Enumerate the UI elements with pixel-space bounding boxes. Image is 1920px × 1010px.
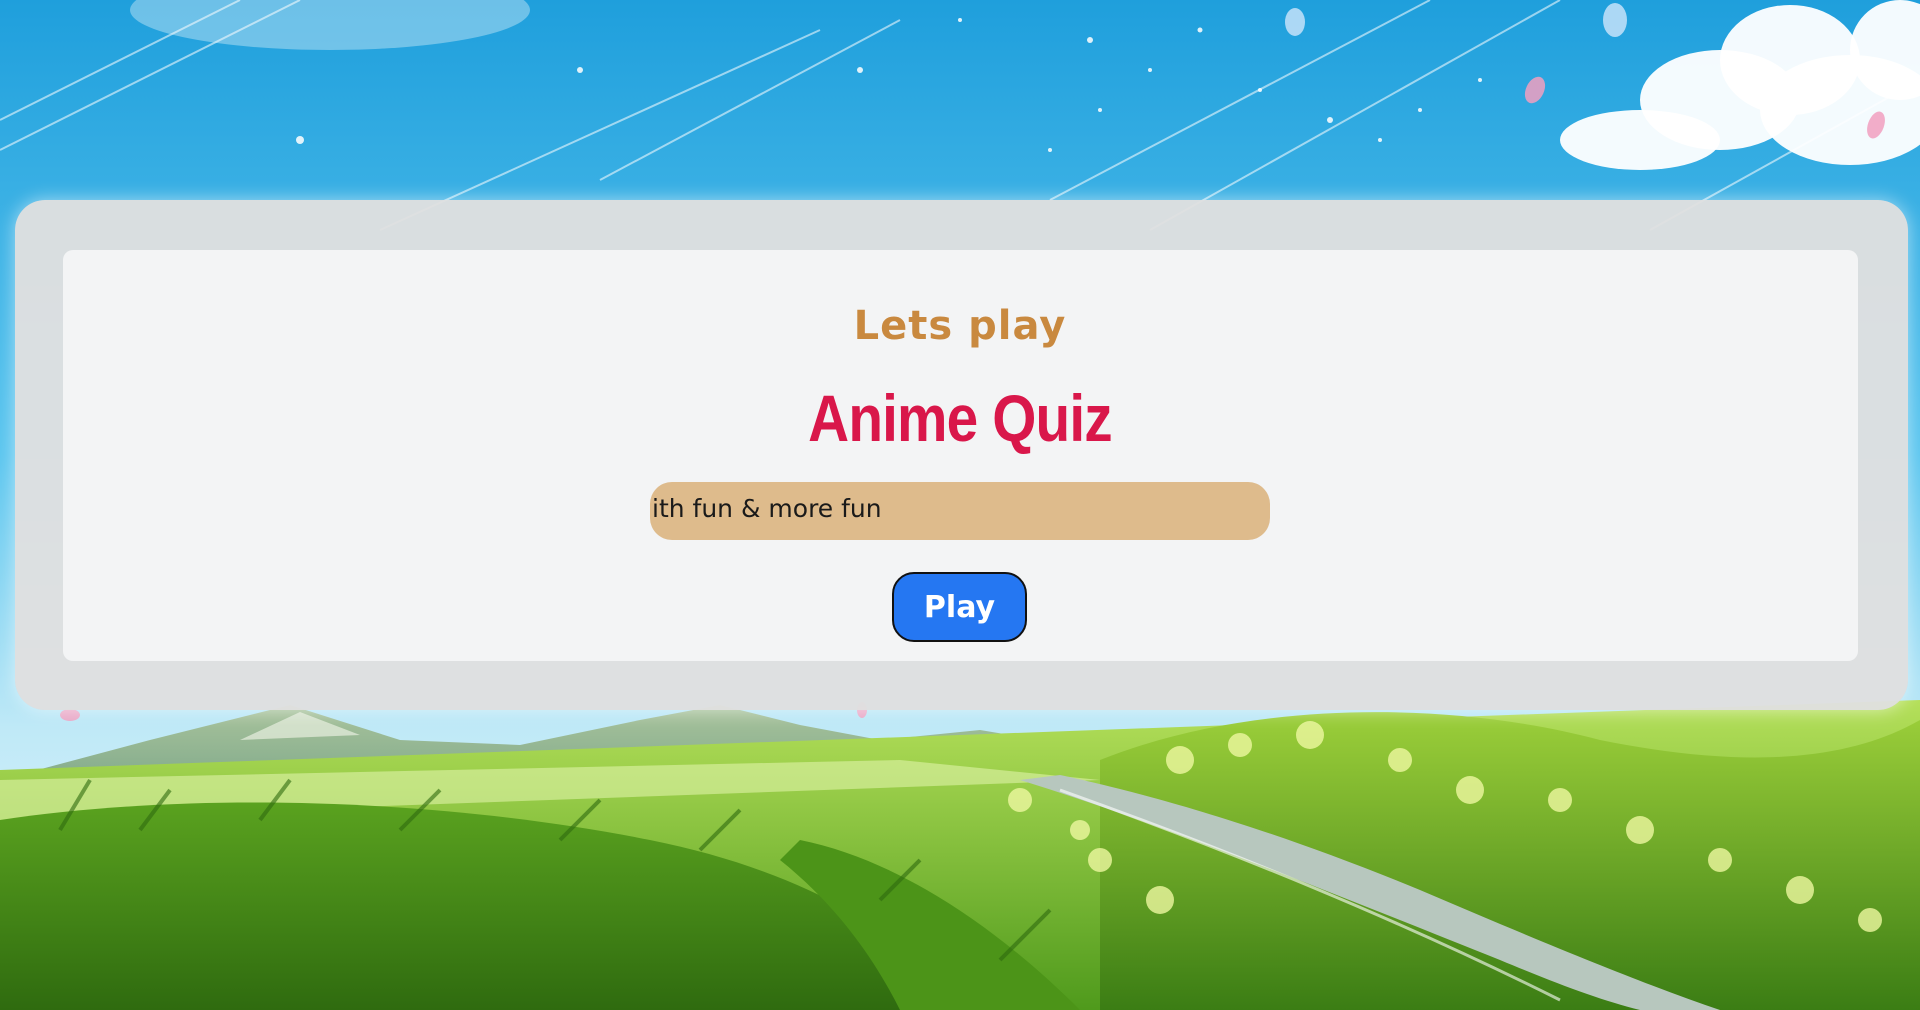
subtitle-text: Lets play: [853, 303, 1067, 349]
play-button[interactable]: Play: [892, 572, 1027, 642]
tagline-marquee: ith fun & more fun: [650, 482, 1270, 540]
page-title: Anime Quiz: [808, 381, 1112, 455]
tagline-text: ith fun & more fun: [652, 494, 882, 523]
